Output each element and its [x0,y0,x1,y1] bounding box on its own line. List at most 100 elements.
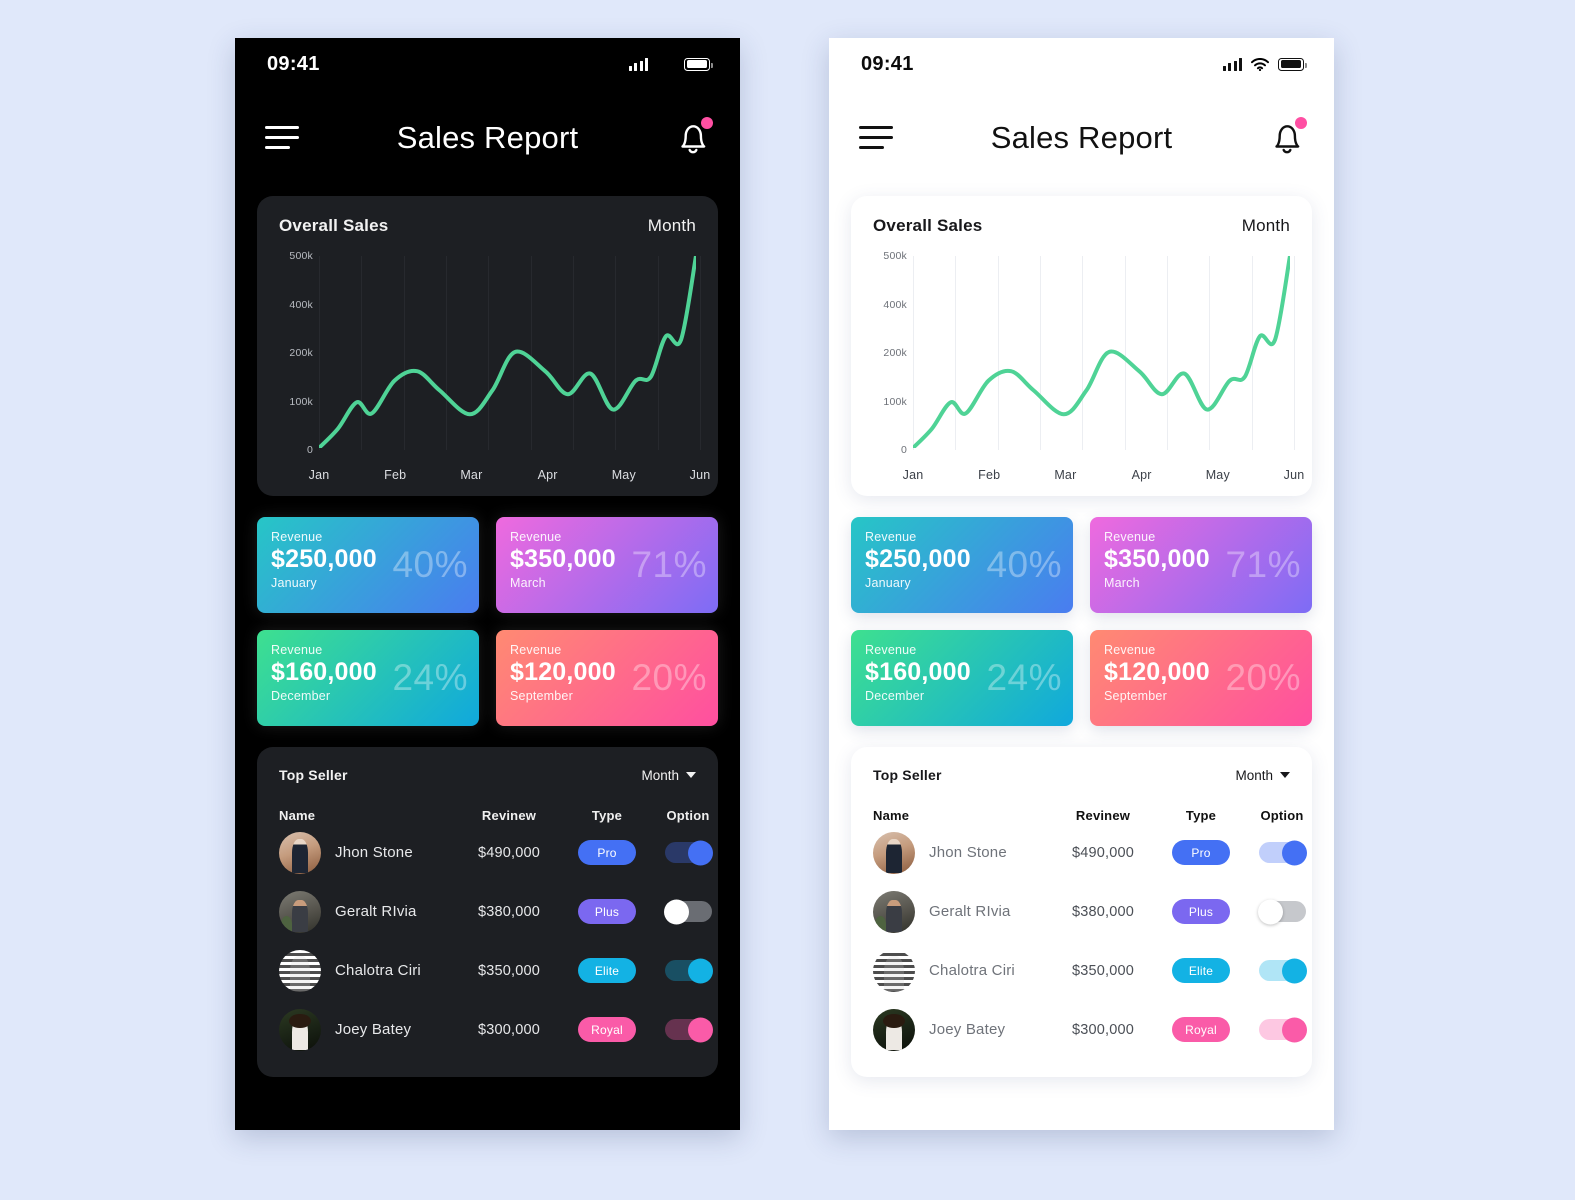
revenue-card-label: Revenue [1104,643,1156,657]
revenue-card-percent: 20% [631,657,707,698]
table-row[interactable]: Chalotra Ciri $350,000 Elite [873,941,1307,1000]
status-clock: 09:41 [267,52,320,75]
top-seller-period-selector[interactable]: Month [1235,768,1290,783]
seller-name: Chalotra Ciri [929,962,1015,979]
seller-type-badge[interactable]: Royal [578,1017,636,1042]
revenue-card[interactable]: Revenue $120,000 September 20% [1090,630,1312,726]
notification-badge [701,116,713,129]
seller-option-toggle[interactable] [1258,840,1307,865]
seller-type-badge[interactable]: Elite [578,958,636,983]
table-row[interactable]: Jhon Stone $490,000 Pro [279,823,713,882]
column-header-name: Name [279,808,316,823]
page-title: Sales Report [990,119,1173,155]
seller-option-toggle[interactable] [1258,1017,1307,1042]
chart-y-tick: 500k [883,250,907,262]
chart-x-tick: Apr [1131,468,1152,482]
seller-option-toggle[interactable] [1257,899,1306,924]
seller-name-cell: Joey Batey [873,1008,1051,1051]
seller-option-toggle[interactable] [664,1017,713,1042]
revenue-card[interactable]: Revenue $160,000 December 24% [257,630,479,726]
chart-gridline [1294,256,1295,450]
status-bar: 09:41 [829,38,1334,90]
revenue-card-label: Revenue [271,530,323,544]
hamburger-menu-icon[interactable] [859,126,893,149]
battery-icon [684,57,713,71]
seller-name: Geralt RIvia [929,903,1011,920]
notification-badge [1295,116,1307,129]
chart-period-selector[interactable]: Month [648,216,696,236]
toggle-knob [687,958,713,983]
table-row[interactable]: Joey Batey $300,000 Royal [873,1000,1307,1059]
chart-x-tick: Mar [460,468,483,482]
signal-bars-icon [1223,57,1242,71]
column-header-revinew: Revinew [1075,808,1131,823]
seller-type-badge[interactable]: Plus [1172,899,1230,924]
table-column-headers: Name Revinew Type Option [279,808,709,823]
table-column-headers: Name Revinew Type Option [873,808,1303,823]
revenue-card[interactable]: Revenue $350,000 March 71% [496,517,718,613]
revenue-card[interactable]: Revenue $250,000 January 40% [851,517,1073,613]
seller-name: Jhon Stone [335,844,413,861]
top-seller-period-selector[interactable]: Month [641,768,696,783]
revenue-card-label: Revenue [510,643,562,657]
notification-button[interactable] [672,115,714,161]
hamburger-menu-icon[interactable] [265,126,299,149]
revenue-card-percent: 71% [1225,544,1301,585]
chart-x-tick: May [1205,468,1230,482]
seller-type-badge[interactable]: Pro [1172,840,1230,865]
toggle-knob [1281,1017,1307,1042]
seller-type-badge[interactable]: Pro [578,840,636,865]
table-row[interactable]: Joey Batey $300,000 Royal [279,1000,713,1059]
screenshot-stage: 09:41 Sales Report Overall Sales Month 5… [0,0,1575,1200]
page-title: Sales Report [396,119,579,155]
top-seller-card: Top Seller Month Name Revinew Type Optio… [257,747,718,1077]
seller-option-toggle[interactable] [663,899,712,924]
seller-option-toggle[interactable] [664,958,713,983]
revenue-card[interactable]: Revenue $350,000 March 71% [1090,517,1312,613]
wifi-icon [1251,57,1269,71]
chart-x-tick: Jan [902,468,924,482]
revenue-card[interactable]: Revenue $120,000 September 20% [496,630,718,726]
table-row[interactable]: Geralt RIvia $380,000 Plus [279,882,712,941]
seller-name: Geralt RIvia [335,903,417,920]
chart-x-tick: Jun [689,468,711,482]
seller-name-cell: Jhon Stone [873,831,1051,874]
column-header-option: Option [1260,808,1304,823]
chart-y-tick: 100k [289,395,313,408]
chart-title: Overall Sales [873,216,983,235]
seller-option-toggle[interactable] [1258,958,1307,983]
chart-y-tick: 500k [289,250,313,262]
battery-icon [1278,57,1307,71]
revenue-cards-grid: Revenue $250,000 January 40% Revenue $35… [851,517,1312,726]
revenue-card[interactable]: Revenue $250,000 January 40% [257,517,479,613]
toggle-knob [663,899,689,924]
chart-x-tick: Jun [1283,468,1305,482]
top-seller-header: Top Seller Month [279,767,696,783]
seller-type-badge[interactable]: Plus [578,899,636,924]
seller-name: Jhon Stone [929,844,1007,861]
chart-header: Overall Sales Month [873,216,1290,236]
chart-x-tick: Feb [384,468,407,482]
seller-type-badge[interactable]: Elite [1172,958,1230,983]
status-indicators [629,57,713,71]
table-row[interactable]: Chalotra Ciri $350,000 Elite [279,941,713,1000]
revenue-cards-grid: Revenue $250,000 January 40% Revenue $35… [257,517,718,726]
column-header-type: Type [1185,808,1217,823]
table-row[interactable]: Jhon Stone $490,000 Pro [873,823,1307,882]
seller-option-toggle[interactable] [664,840,713,865]
seller-type-badge[interactable]: Royal [1172,1017,1230,1042]
signal-bars-icon [629,57,648,71]
chart-period-selector[interactable]: Month [1242,216,1290,236]
revenue-card-percent: 71% [631,544,707,585]
seller-revenue: $350,000 [477,962,541,979]
revenue-card-percent: 24% [392,657,468,698]
chevron-down-icon [1280,772,1290,778]
column-header-option: Option [666,808,710,823]
chart-line-series [913,256,1290,448]
revenue-card-label: Revenue [1104,530,1156,544]
seller-revenue: $490,000 [477,844,541,861]
revenue-card-percent: 40% [392,544,468,585]
notification-button[interactable] [1266,115,1308,161]
revenue-card[interactable]: Revenue $160,000 December 24% [851,630,1073,726]
table-row[interactable]: Geralt RIvia $380,000 Plus [873,882,1306,941]
